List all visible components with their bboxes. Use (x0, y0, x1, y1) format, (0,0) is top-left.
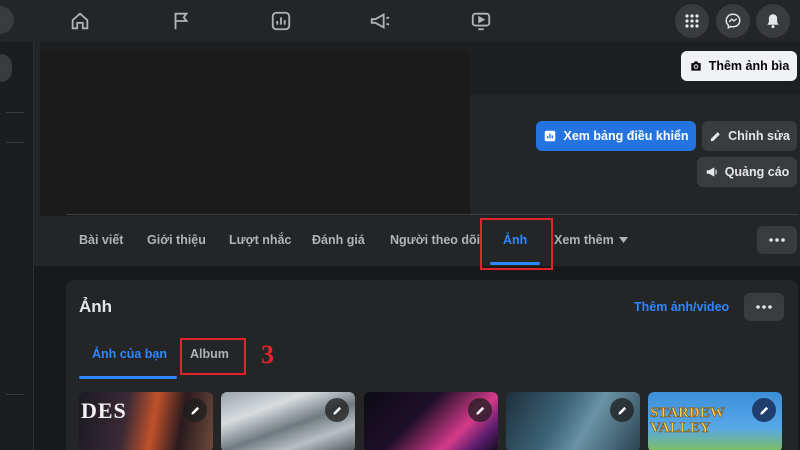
add-cover-photo-button[interactable]: Thêm ảnh bìa (681, 51, 797, 81)
flag-icon[interactable] (168, 8, 194, 34)
megaphone-icon (706, 167, 717, 177)
pencil-icon (759, 406, 768, 415)
edit-button[interactable]: Chỉnh sửa (702, 121, 797, 151)
photos-more-button[interactable] (744, 293, 784, 321)
top-navigation-bar (0, 0, 800, 42)
ads-label: Quảng cáo (724, 165, 790, 179)
view-dashboard-button[interactable]: Xem bảng điều khiển (536, 121, 696, 151)
sidebar-divider (6, 394, 24, 395)
more-options-button[interactable] (757, 226, 797, 254)
tab-posts[interactable]: Bài viết (79, 233, 123, 247)
highlight-box-album (180, 338, 246, 375)
photo-thumbnail[interactable] (364, 392, 498, 450)
grid-menu-icon[interactable] (675, 4, 709, 38)
edit-label: Chỉnh sửa (728, 129, 790, 143)
ads-button[interactable]: Quảng cáo (697, 157, 797, 187)
video-icon[interactable] (468, 8, 494, 34)
step-3-label: 3 (261, 340, 274, 369)
edit-photo-button[interactable] (468, 398, 492, 422)
camera-icon (691, 61, 701, 71)
edit-photo-button[interactable] (325, 398, 349, 422)
tab-about[interactable]: Giới thiệu (147, 233, 206, 247)
pencil-icon (332, 406, 341, 415)
sidebar-divider (6, 142, 24, 143)
chart-icon[interactable] (268, 8, 294, 34)
add-cover-photo-label: Thêm ảnh bìa (708, 59, 790, 73)
pencil-icon (475, 406, 484, 415)
bell-icon[interactable] (756, 4, 790, 38)
search-stub[interactable] (0, 6, 14, 34)
pencil-icon (617, 406, 626, 415)
caret-down-icon (618, 237, 628, 243)
header-divider (66, 214, 798, 215)
thumbnail-caption: DES (81, 398, 127, 423)
thumbnail-caption: STARDEW VALLEY (650, 405, 725, 436)
photo-thumbnail[interactable]: DES (79, 392, 213, 450)
view-dashboard-label: Xem bảng điều khiển (563, 129, 689, 143)
photo-thumbnail[interactable] (506, 392, 640, 450)
pencil-icon (190, 406, 199, 415)
photos-card-title: Ảnh (79, 297, 113, 316)
photo-thumbnail[interactable]: STARDEW VALLEY (648, 392, 782, 450)
edit-photo-button[interactable] (183, 398, 207, 422)
sidebar-divider (6, 112, 24, 113)
megaphone-icon[interactable] (367, 8, 393, 34)
tab-mentions[interactable]: Lượt nhắc (229, 233, 291, 247)
left-sidebar (0, 42, 34, 450)
tab-reviews[interactable]: Đánh giá (312, 233, 365, 247)
ellipsis-icon (769, 238, 785, 242)
tab-see-more[interactable]: Xem thêm (554, 233, 628, 247)
tab-followers[interactable]: Người theo dõi (390, 233, 480, 247)
add-photo-video-link[interactable]: Thêm ảnh/video (634, 300, 729, 314)
ellipsis-icon (756, 305, 772, 309)
edit-photo-button[interactable] (610, 398, 634, 422)
home-icon[interactable] (67, 8, 93, 34)
active-subtab-indicator (79, 376, 177, 379)
sidebar-avatar[interactable] (0, 54, 12, 82)
edit-photo-button[interactable] (752, 398, 776, 422)
pencil-icon (710, 131, 720, 141)
dashboard-icon (545, 130, 556, 142)
tab-see-more-label: Xem thêm (554, 233, 614, 247)
messenger-icon[interactable] (716, 4, 750, 38)
cover-photo (40, 52, 470, 216)
subtab-your-photos[interactable]: Ảnh của bạn (92, 347, 167, 361)
highlight-box-photos-tab (480, 218, 553, 270)
photo-thumbnail[interactable] (221, 392, 355, 450)
